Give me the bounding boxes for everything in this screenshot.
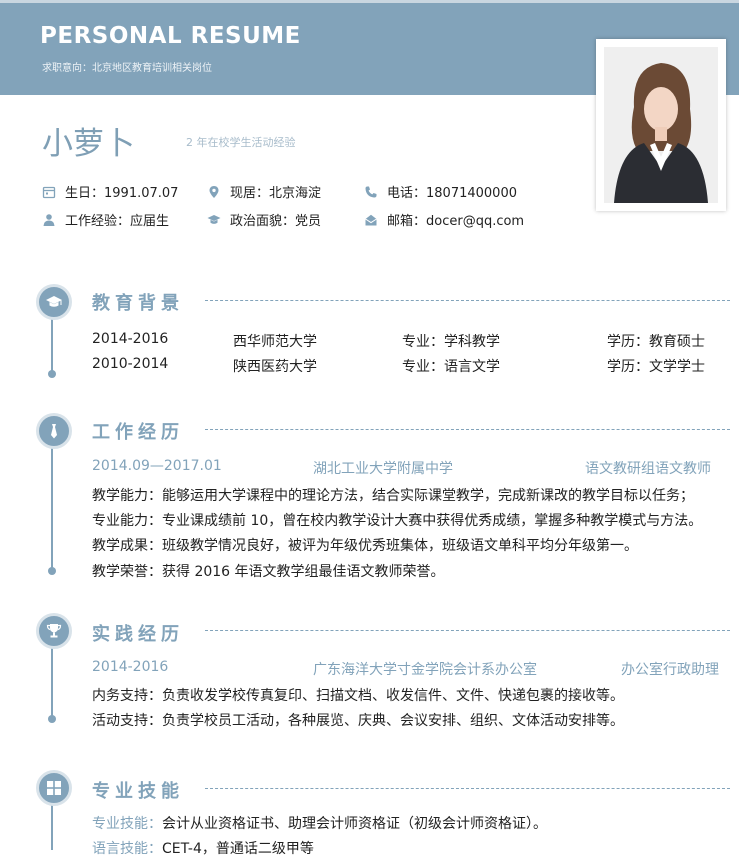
edu-school-2: 陕西医药大学: [233, 359, 317, 375]
necktie-icon: [51, 424, 57, 439]
edu-school-1: 西华师范大学: [233, 334, 317, 350]
skills-line-1: 专业技能：会计从业资格证书、助理会计师资格证（初级会计师资格证）。: [92, 813, 547, 833]
person-icon: [42, 213, 56, 227]
section-divider: [205, 300, 730, 301]
edu-degree-1: 学历：教育硕士: [607, 334, 705, 350]
birth-text: 生日：1991.07.07: [65, 186, 179, 201]
mail-icon: [364, 213, 378, 227]
skills-label-professional: 专业技能：: [92, 816, 162, 832]
timeline-line: [51, 448, 53, 572]
work-line-4: 教学荣誉：获得 2016 年语文教学组最佳语文教师荣誉。: [92, 564, 445, 580]
timeline-line: [51, 318, 53, 374]
timeline-line: [51, 805, 53, 850]
experience-text: 工作经验：应届生: [65, 214, 170, 229]
job-objective: 求职意向：北京地区教育培训相关岗位: [42, 63, 212, 74]
skills-line-2: 语言技能：CET-4，普通话二级甲等: [92, 838, 314, 858]
work-line-1: 教学能力：能够运用大学课程中的理论方法，结合实际课堂教学，完成新课改的教学目标以…: [92, 488, 694, 504]
graduation-cap-icon: [207, 213, 221, 227]
work-icon-badge: [36, 413, 72, 449]
info-email: 邮箱：docer@qq.com: [364, 210, 524, 229]
education-icon-badge: [36, 284, 72, 320]
practice-line-1: 内务支持：负责收发学校传真复印、扫描文档、收发信件、文件、快递包裹的接收等。: [92, 688, 624, 704]
practice-role: 办公室行政助理: [621, 662, 719, 678]
candidate-name: 小萝卜: [42, 126, 135, 162]
work-line-3: 教学成果：班级教学情况良好，被评为年级优秀班集体，班级语文单科平均分年级第一。: [92, 538, 638, 554]
skills-label-language: 语言技能：: [92, 841, 162, 857]
section-title-practice: 实践经历: [92, 624, 184, 645]
timeline-dot: [48, 370, 56, 378]
skills-icon-badge: [36, 770, 72, 806]
info-experience: 工作经验：应届生: [42, 210, 169, 229]
section-title-work: 工作经历: [92, 422, 184, 443]
practice-period: 2014-2016: [92, 659, 169, 675]
edu-major-2: 专业：语言文学: [402, 359, 500, 375]
practice-line-2: 活动支持：负责学校员工活动，各种展览、庆典、会议安排、组织、文体活动安排等。: [92, 713, 624, 729]
work-organization: 湖北工业大学附属中学: [313, 461, 453, 477]
info-politics: 政治面貌：党员: [207, 210, 321, 229]
politics-text: 政治面貌：党员: [230, 214, 322, 229]
location-pin-icon: [207, 185, 221, 199]
resume-title: PERSONAL RESUME: [40, 23, 301, 49]
email-text: 邮箱：docer@qq.com: [387, 214, 525, 229]
section-divider: [205, 429, 730, 430]
timeline-dot: [48, 715, 56, 723]
edu-period-1: 2014-2016: [92, 331, 169, 347]
timeline-line: [51, 648, 53, 720]
section-title-education: 教育背景: [92, 293, 184, 314]
phone-text: 电话：18071400000: [387, 186, 517, 201]
trophy-icon: [46, 624, 62, 638]
edu-major-1: 专业：学科教学: [402, 334, 500, 350]
photo-frame: [596, 39, 726, 211]
tagline: 2 年在校学生活动经验: [186, 136, 296, 149]
practice-organization: 广东海洋大学寸金学院会计系办公室: [313, 662, 537, 678]
phone-icon: [364, 185, 378, 199]
edu-period-2: 2010-2014: [92, 356, 169, 372]
work-period: 2014.09—2017.01: [92, 458, 222, 474]
info-phone: 电话：18071400000: [364, 182, 517, 201]
work-role: 语文教研组语文教师: [585, 461, 711, 477]
work-line-2: 专业能力：专业课成绩前 10，曾在校内教学设计大赛中获得优秀成绩，掌握多种教学模…: [92, 513, 703, 529]
skills-text-language: CET-4，普通话二级甲等: [162, 841, 314, 857]
skills-text-professional: 会计从业资格证书、助理会计师资格证（初级会计师资格证）。: [162, 816, 547, 832]
graduation-cap-icon: [46, 296, 62, 307]
residence-text: 现居：北京海淀: [230, 186, 322, 201]
section-title-skills: 专业技能: [92, 781, 184, 802]
windows-grid-icon: [47, 781, 61, 795]
info-residence: 现居：北京海淀: [207, 182, 321, 201]
info-birth: 生日：1991.07.07: [42, 182, 178, 201]
edu-degree-2: 学历：文学学士: [607, 359, 705, 375]
profile-photo: [604, 47, 718, 203]
timeline-dot: [48, 567, 56, 575]
calendar-icon: [42, 185, 56, 199]
section-divider: [205, 788, 730, 789]
practice-icon-badge: [36, 613, 72, 649]
section-divider: [205, 630, 730, 631]
